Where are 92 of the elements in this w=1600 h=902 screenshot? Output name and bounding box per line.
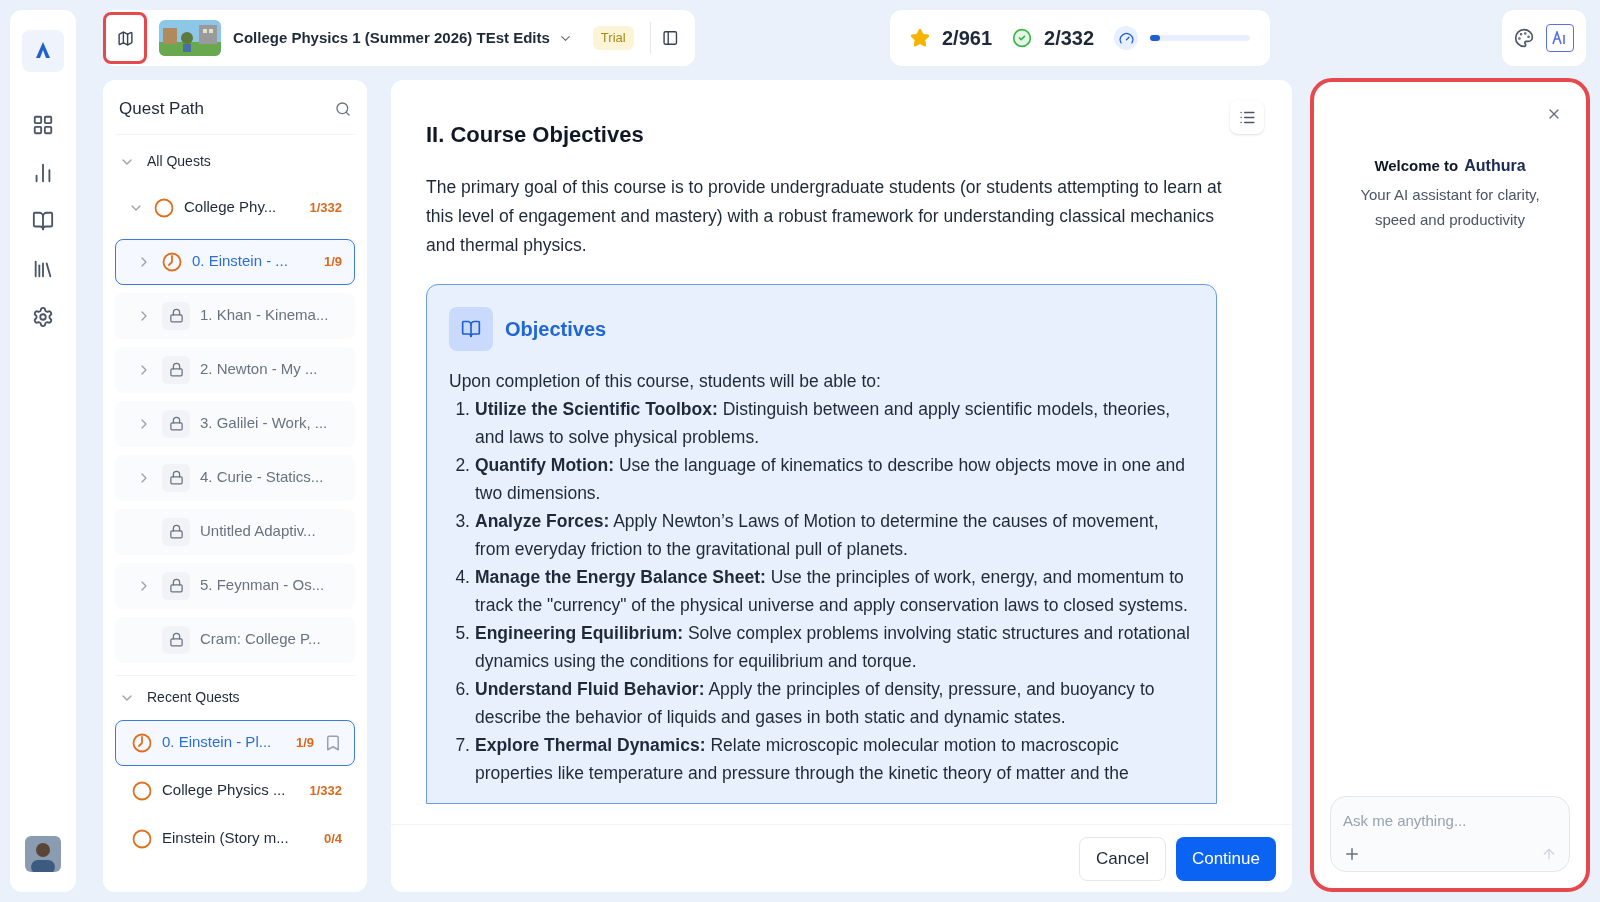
quest-title: Cram: College P... <box>200 629 322 650</box>
brand-logo: Authura <box>1464 156 1526 176</box>
lead-text: Upon completion of this course, students will be able to: <box>449 370 882 393</box>
quest-item[interactable]: Untitled Adaptiv... <box>115 508 355 555</box>
quest-item[interactable]: 4. Curie - Statics... <box>115 454 355 501</box>
quest-item[interactable]: Einstein (Story m... 0/4 <box>115 815 355 862</box>
book-icon[interactable] <box>32 210 54 232</box>
progress-count: 1/332 <box>309 781 342 800</box>
ai-icon[interactable] <box>1546 24 1574 52</box>
progress-count: 1/9 <box>323 252 342 271</box>
gauge-icon <box>1114 26 1139 50</box>
quest-title: 5. Feynman - Os... <box>200 575 326 596</box>
progress-count: 0/4 <box>323 829 342 848</box>
bookmark-icon[interactable] <box>324 733 342 752</box>
quest-item[interactable]: College Phy... 1/332 <box>115 184 355 231</box>
quest-title: 2. Newton - My ... <box>200 359 319 380</box>
lock-icon <box>162 571 190 600</box>
settings-icon[interactable] <box>32 306 54 328</box>
list-number: 7. <box>454 734 471 757</box>
status-circle-icon <box>132 828 152 849</box>
dashboard-icon[interactable] <box>32 114 54 136</box>
quest-item[interactable]: 0. Einstein - ... 1/9 <box>115 238 355 285</box>
quest-title: College Physics ... <box>162 780 287 801</box>
intro-paragraph: The primary goal of this course is to provide undergraduate students (or students attempting to learn at this level of engagement and mastery) with a robust framework for understanding classical mechanics and thermal physics. <box>426 176 1223 257</box>
logo-icon[interactable] <box>22 30 64 72</box>
sidebar-toggle-icon[interactable] <box>662 28 679 48</box>
sidebar-title: Quest Path <box>119 98 205 120</box>
welcome-title: Welcome to <box>1374 155 1459 176</box>
quest-item[interactable]: 3. Galilei - Work, ... <box>115 400 355 447</box>
quest-title: Untitled Adaptiv... <box>200 521 317 542</box>
quest-title: Einstein (Story m... <box>162 828 290 849</box>
status-circle-icon <box>154 197 174 218</box>
section-heading: II. Course Objectives <box>426 121 645 149</box>
progress-count: 1/9 <box>295 733 314 752</box>
quest-title: 0. Einstein - Pl... <box>162 732 273 753</box>
list-number: 3. <box>454 510 471 533</box>
progress-count: 1/332 <box>309 198 342 217</box>
trial-badge: Trial <box>592 26 634 50</box>
objective-text: Manage the Energy Balance Sheet: Use the principles of work, energy, and momentum to track the "currency" of the physical universe and apply conservation laws to closed systems. <box>475 566 1189 617</box>
palette-icon[interactable] <box>1514 28 1534 48</box>
objective-text: Explore Thermal Dynamics: Relate microscopic molecular motion to macroscopic properties like temperature and pressure through the kinetic theory of matter and the <box>475 734 1130 785</box>
library-icon[interactable] <box>32 258 54 280</box>
lock-icon <box>162 463 190 492</box>
quest-item[interactable]: Cram: College P... <box>115 616 355 663</box>
quest-title: 1. Khan - Kinema... <box>200 305 330 326</box>
list-number: 4. <box>454 566 471 589</box>
check-circle-icon <box>1012 28 1033 48</box>
chat-input[interactable]: Ask me anything... <box>1330 796 1570 872</box>
quest-title: College Phy... <box>184 197 278 218</box>
section-label[interactable]: All Quests <box>147 151 211 172</box>
list-number: 5. <box>454 622 471 645</box>
quest-item[interactable]: 5. Feynman - Os... <box>115 562 355 609</box>
lock-icon <box>162 355 190 384</box>
list-number: 1. <box>454 398 471 421</box>
avatar[interactable] <box>25 836 61 872</box>
outline-button[interactable] <box>1230 100 1264 134</box>
list-number: 6. <box>454 678 471 701</box>
quest-title: 3. Galilei - Work, ... <box>200 413 329 434</box>
list-number: 2. <box>454 454 471 477</box>
star-icon <box>910 28 930 48</box>
quest-item[interactable]: 2. Newton - My ... <box>115 346 355 393</box>
chat-input-field[interactable]: Ask me anything... <box>1343 810 1557 833</box>
objective-text: Utilize the Scientific Toolbox: Distinguish between and apply scientific models, theories, and laws to solve physical problems. <box>475 398 1172 449</box>
status-circle-icon <box>132 780 152 801</box>
quest-item[interactable]: 0. Einstein - Pl... 1/9 <box>115 719 355 766</box>
progress-clock-icon <box>162 251 182 272</box>
quest-title: 0. Einstein - ... <box>192 251 289 272</box>
panel-title: Objectives <box>505 317 607 342</box>
lock-icon <box>162 517 190 546</box>
quest-title: 4. Curie - Statics... <box>200 467 325 488</box>
assistant-subtitle: Your AI assistant for clarity, speed and productivity <box>1359 185 1541 230</box>
objective-text: Quantify Motion: Use the language of kinematics to describe how objects move in one and two dimensions. <box>475 454 1187 505</box>
lock-icon <box>162 409 190 438</box>
quest-item[interactable]: 1. Khan - Kinema... <box>115 292 355 339</box>
progress-clock-icon <box>132 732 152 753</box>
stars-count: 2/961 <box>942 26 993 51</box>
completed-count: 2/332 <box>1044 26 1095 51</box>
objective-text: Engineering Equilibrium: Solve complex problems involving static structures and rotational dynamics using the conditions for equilibrium and torque. <box>475 622 1191 673</box>
book-icon <box>449 307 493 351</box>
course-selector[interactable]: College Physics 1 (Summer 2026) TEst Edits <box>233 26 573 50</box>
objective-text: Analyze Forces: Apply Newton’s Laws of Motion to determine the causes of movement, from everyday friction to the gravitational pull of planets. <box>475 510 1160 561</box>
add-icon[interactable] <box>1343 845 1361 863</box>
map-button[interactable] <box>103 12 148 64</box>
map-icon <box>116 29 134 47</box>
section-label[interactable]: Recent Quests <box>147 687 240 708</box>
search-icon[interactable] <box>335 100 351 117</box>
quest-item[interactable]: College Physics ... 1/332 <box>115 767 355 814</box>
objective-text: Understand Fluid Behavior: Apply the principles of density, pressure, and buoyancy to describe the behavior of liquids and gases in both static and dynamic states. <box>475 678 1156 729</box>
continue-button[interactable]: Continue <box>1175 836 1276 881</box>
cancel-button[interactable]: Cancel <box>1079 836 1166 881</box>
lock-icon <box>162 625 190 654</box>
lock-icon <box>162 301 190 330</box>
